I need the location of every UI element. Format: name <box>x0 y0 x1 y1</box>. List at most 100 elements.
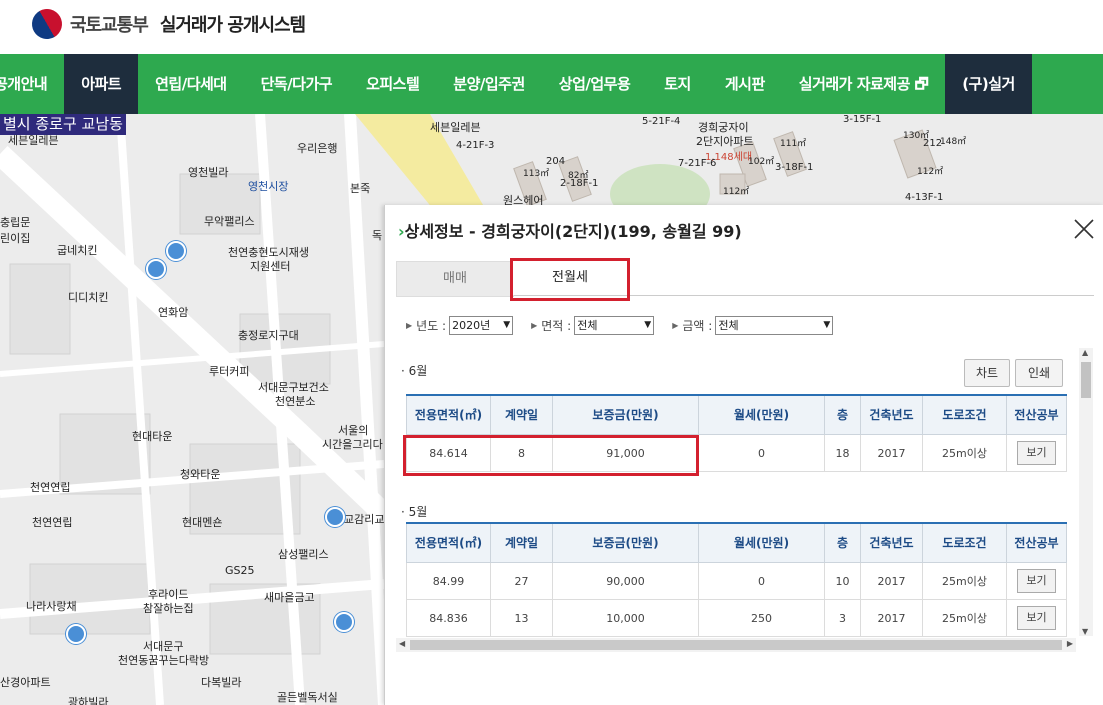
bus-stop-icon[interactable] <box>334 612 354 632</box>
scroll-left-icon[interactable]: ◀ <box>399 639 405 648</box>
nav-item-land[interactable]: 토지 <box>647 54 708 114</box>
cell-year: 2017 <box>860 434 923 472</box>
cell-day: 13 <box>490 599 553 637</box>
nav-item-board[interactable]: 게시판 <box>708 54 782 114</box>
map-label: 천연연립 <box>32 516 73 529</box>
cell-view: 보기 <box>1006 562 1067 600</box>
nav-item-officetel[interactable]: 오피스텔 <box>349 54 436 114</box>
map-label: 7-21F-6 <box>678 158 717 169</box>
bus-stop-icon[interactable] <box>166 241 186 261</box>
map-label: 현대멘숀 <box>182 516 223 529</box>
cell-view: 보기 <box>1006 434 1067 472</box>
print-button[interactable]: 인쇄 <box>1015 359 1063 387</box>
map-label: 111㎡ <box>780 139 807 149</box>
chart-button[interactable]: 차트 <box>964 359 1010 387</box>
map-label: 3-15F-1 <box>843 114 882 125</box>
view-button[interactable]: 보기 <box>1017 441 1056 465</box>
horizontal-scrollbar[interactable]: ◀ ▶ <box>396 638 1076 652</box>
map-label: 82㎡ <box>568 171 589 181</box>
cell-rent: 0 <box>698 434 825 472</box>
col-floor: 층 <box>824 522 861 563</box>
map-label: 충정로지구대 <box>238 329 299 342</box>
view-button[interactable]: 보기 <box>1017 606 1056 630</box>
close-icon[interactable] <box>1072 217 1096 241</box>
map-label: 2단지아파트 <box>696 135 754 148</box>
scroll-down-icon[interactable]: ▼ <box>1082 627 1088 636</box>
col-monthly-rent: 월세(만원) <box>698 522 825 563</box>
trade-type-tabs: 매매 전월세 <box>396 261 1094 297</box>
map-label: 5-21F-4 <box>642 116 681 127</box>
col-deposit: 보증금(만원) <box>552 522 699 563</box>
cell-year: 2017 <box>860 599 923 637</box>
col-monthly-rent: 월세(만원) <box>698 394 825 435</box>
top-header: 국토교통부 실거래가 공개시스템 <box>0 0 1103 54</box>
transactions-list[interactable]: · 6월 차트 인쇄 전용면적(㎡) 계약일 보증금(만원) 월세(만원) 층 … <box>396 348 1076 638</box>
map-label: 4-13F-1 <box>905 192 944 203</box>
cell-rent: 250 <box>698 599 825 637</box>
map-label: 우리은행 <box>297 142 338 155</box>
main-nav: 공개안내 아파트 연립/다세대 단독/다가구 오피스텔 분양/입주권 상업/업무… <box>0 54 1103 114</box>
map-label: 연화암 <box>158 306 189 319</box>
map-label: 지원센터 <box>250 260 291 273</box>
nav-item-presale[interactable]: 분양/입주권 <box>436 54 541 114</box>
nav-item-old-price[interactable]: (구)실거 <box>945 54 1032 114</box>
col-road: 도로조건 <box>922 522 1007 563</box>
map-label: 새마을금고 <box>264 591 315 604</box>
map-label: 다복빌라 <box>201 676 242 689</box>
map-label: 천연분소 <box>275 395 316 408</box>
map-label: 굽네치킨 <box>57 244 98 257</box>
filter-bar: ▶ 년도 : 2020년 ▼ ▶ 면적 : 전체 ▼ ▶ 금액 : 전체 ▼ <box>396 311 1094 339</box>
nav-item-data-provision[interactable]: 실거래가 자료제공 🗗 <box>782 54 945 114</box>
year-select[interactable]: 2020년 ▼ <box>449 315 514 335</box>
nav-item-disclosure-guide[interactable]: 공개안내 <box>0 54 64 114</box>
cell-year: 2017 <box>860 562 923 600</box>
scroll-thumb-horizontal[interactable] <box>410 640 1062 650</box>
table-row: 84.99 27 90,000 0 10 2017 25m이상 보기 <box>406 562 1067 600</box>
government-emblem-icon <box>26 3 68 45</box>
detail-panel: ›상세정보 - 경희궁자이(2단지)(199, 송월길 99) 매매 전월세 ▶… <box>384 205 1103 705</box>
nav-item-apartment[interactable]: 아파트 <box>64 54 139 114</box>
scroll-up-icon[interactable]: ▲ <box>1082 348 1088 357</box>
map-label: 천연동꿈꾸는다락방 <box>118 654 210 667</box>
map-label: 현대타운 <box>132 430 173 443</box>
col-build-year: 건축년도 <box>860 522 923 563</box>
map-label: 세븐일레븐 <box>430 121 481 134</box>
year-select-value: 2020년 <box>452 318 491 332</box>
chevron-down-icon: ▼ <box>503 319 511 330</box>
scroll-right-icon[interactable]: ▶ <box>1067 639 1073 648</box>
nav-item-rowhouse[interactable]: 연립/다세대 <box>138 54 243 114</box>
cell-area: 84.99 <box>406 562 491 600</box>
nav-item-commercial[interactable]: 상업/업무용 <box>542 54 647 114</box>
vertical-scrollbar[interactable]: ▲ ▼ <box>1079 348 1093 636</box>
price-select-value: 전체 <box>718 318 739 332</box>
nav-item-detached-house[interactable]: 단독/다가구 <box>244 54 349 114</box>
col-contract-day: 계약일 <box>490 522 553 563</box>
scroll-thumb[interactable] <box>1081 362 1091 398</box>
tab-sale[interactable]: 매매 <box>396 261 514 297</box>
site-logo[interactable]: 국토교통부 실거래가 공개시스템 <box>26 3 306 45</box>
bus-stop-icon[interactable] <box>146 259 166 279</box>
area-select[interactable]: 전체 ▼ <box>574 315 655 335</box>
map-label: 디디치킨 <box>68 291 109 304</box>
col-build-year: 건축년도 <box>860 394 923 435</box>
chevron-down-icon: ▼ <box>823 319 831 330</box>
map-label: 린이집 <box>0 232 31 245</box>
view-button[interactable]: 보기 <box>1017 569 1056 593</box>
bus-stop-icon[interactable] <box>325 507 345 527</box>
map-label: 청와타운 <box>180 468 221 481</box>
cell-floor: 10 <box>824 562 861 600</box>
month-heading-june: · 6월 <box>401 364 428 378</box>
map-label: 영천시장 <box>248 180 289 193</box>
map-label: 삼성팰리스 <box>278 548 329 561</box>
price-select[interactable]: 전체 ▼ <box>715 315 834 335</box>
cell-road: 25m이상 <box>922 434 1007 472</box>
system-name: 실거래가 공개시스템 <box>159 15 306 36</box>
cell-floor: 3 <box>824 599 861 637</box>
map-label: 102㎡ <box>748 157 775 167</box>
map-label: 112㎡ <box>723 187 750 197</box>
map-label: 교감리교 <box>344 513 385 526</box>
chevron-down-icon: ▼ <box>644 319 652 330</box>
map-label: 본죽 <box>350 182 371 195</box>
map-label: 204 <box>546 156 566 167</box>
bus-stop-icon[interactable] <box>66 624 86 644</box>
